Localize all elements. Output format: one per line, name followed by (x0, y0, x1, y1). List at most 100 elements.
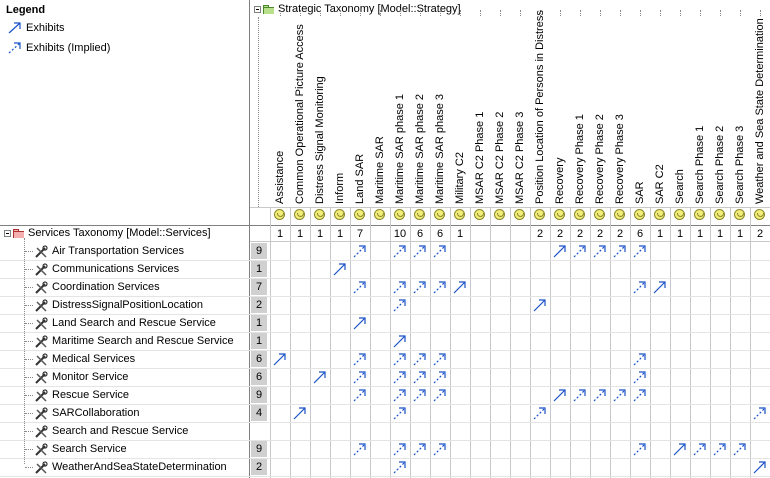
column-label[interactable]: Maritime SAR (374, 136, 386, 204)
column-gridline (430, 207, 431, 478)
exhibits-implied-arrow-icon[interactable] (393, 299, 407, 312)
collapse-toggle-icon[interactable] (4, 229, 11, 237)
row-label[interactable]: Maritime Search and Rescue Service (52, 333, 234, 349)
exhibits-arrow-icon[interactable] (313, 371, 327, 384)
exhibits-implied-arrow-icon[interactable] (433, 353, 447, 366)
columns-header[interactable]: Strategic Taxonomy [Model::Strategy] (254, 3, 461, 15)
exhibits-implied-arrow-icon[interactable] (613, 245, 627, 258)
column-label[interactable]: Recovery Phase 3 (614, 114, 626, 204)
row-label[interactable]: Rescue Service (52, 387, 129, 403)
exhibits-implied-arrow-icon[interactable] (633, 389, 647, 402)
exhibits-implied-arrow-icon[interactable] (753, 407, 767, 420)
row-label[interactable]: Medical Services (52, 351, 135, 367)
exhibits-implied-arrow-icon[interactable] (393, 281, 407, 294)
exhibits-implied-arrow-icon[interactable] (433, 245, 447, 258)
row-label[interactable]: Search and Rescue Service (52, 423, 188, 439)
collapse-toggle-icon[interactable] (254, 5, 261, 13)
exhibits-implied-arrow-icon[interactable] (573, 245, 587, 258)
exhibits-implied-arrow-icon[interactable] (433, 371, 447, 384)
row-label[interactable]: Communications Services (52, 261, 179, 277)
exhibits-arrow-icon[interactable] (333, 263, 347, 276)
exhibits-arrow-icon[interactable] (553, 245, 567, 258)
exhibits-implied-arrow-icon[interactable] (393, 389, 407, 402)
exhibits-implied-arrow-icon[interactable] (353, 281, 367, 294)
exhibits-implied-arrow-icon[interactable] (413, 281, 427, 294)
exhibits-arrow-icon[interactable] (753, 461, 767, 474)
exhibits-implied-arrow-icon[interactable] (573, 389, 587, 402)
exhibits-implied-arrow-icon[interactable] (353, 389, 367, 402)
column-label[interactable]: Maritime SAR phase 1 (394, 94, 406, 204)
exhibits-implied-arrow-icon[interactable] (413, 389, 427, 402)
column-label[interactable]: Inform (334, 173, 346, 204)
column-label[interactable]: Position Location of Persons in Distress (534, 10, 546, 204)
column-label[interactable]: Common Operational Picture Access (294, 24, 306, 204)
exhibits-implied-arrow-icon[interactable] (533, 407, 547, 420)
column-label[interactable]: Land SAR (354, 154, 366, 204)
exhibits-implied-arrow-icon[interactable] (713, 443, 727, 456)
exhibits-implied-arrow-icon[interactable] (693, 443, 707, 456)
exhibits-implied-arrow-icon[interactable] (593, 389, 607, 402)
exhibits-implied-arrow-icon[interactable] (733, 443, 747, 456)
rows-header[interactable]: Services Taxonomy [Model::Services] (4, 227, 211, 239)
row-label[interactable]: SARCollaboration (52, 405, 139, 421)
column-label[interactable]: MSAR C2 Phase 2 (494, 112, 506, 204)
exhibits-implied-arrow-icon[interactable] (413, 443, 427, 456)
column-label[interactable]: Search Phase 3 (734, 126, 746, 204)
exhibits-implied-arrow-icon[interactable] (393, 353, 407, 366)
exhibits-implied-arrow-icon[interactable] (353, 371, 367, 384)
exhibits-implied-arrow-icon[interactable] (353, 245, 367, 258)
exhibits-implied-arrow-icon[interactable] (393, 461, 407, 474)
column-label[interactable]: Military C2 (454, 152, 466, 204)
exhibits-implied-arrow-icon[interactable] (413, 245, 427, 258)
column-label[interactable]: MSAR C2 Phase 3 (514, 112, 526, 204)
row-label[interactable]: WeatherAndSeaStateDetermination (52, 459, 227, 475)
exhibits-arrow-icon[interactable] (453, 281, 467, 294)
exhibits-arrow-icon[interactable] (553, 389, 567, 402)
column-label[interactable]: Maritime SAR phase 3 (434, 94, 446, 204)
exhibits-arrow-icon[interactable] (533, 299, 547, 312)
column-label[interactable]: Recovery Phase 2 (594, 114, 606, 204)
exhibits-implied-arrow-icon[interactable] (633, 443, 647, 456)
column-label[interactable]: Distress Signal Monitoring (314, 76, 326, 204)
column-label[interactable]: Assistance (274, 151, 286, 204)
row-label[interactable]: Search Service (52, 441, 127, 457)
exhibits-arrow-icon[interactable] (293, 407, 307, 420)
column-label[interactable]: Weather and Sea State Determination (754, 18, 766, 204)
column-label[interactable]: MSAR C2 Phase 1 (474, 112, 486, 204)
exhibits-implied-arrow-icon[interactable] (353, 353, 367, 366)
row-label[interactable]: Land Search and Rescue Service (52, 315, 216, 331)
exhibits-implied-arrow-icon[interactable] (633, 281, 647, 294)
row-label[interactable]: Monitor Service (52, 369, 128, 385)
exhibits-implied-arrow-icon[interactable] (633, 371, 647, 384)
exhibits-implied-arrow-icon[interactable] (433, 443, 447, 456)
exhibits-implied-arrow-icon[interactable] (393, 245, 407, 258)
exhibits-arrow-icon[interactable] (393, 335, 407, 348)
row-label[interactable]: Air Transportation Services (52, 243, 184, 259)
exhibits-arrow-icon[interactable] (273, 353, 287, 366)
exhibits-implied-arrow-icon[interactable] (393, 443, 407, 456)
exhibits-implied-arrow-icon[interactable] (393, 407, 407, 420)
exhibits-implied-arrow-icon[interactable] (413, 371, 427, 384)
column-label[interactable]: Search Phase 2 (714, 126, 726, 204)
column-label[interactable]: SAR (634, 181, 646, 204)
row-label[interactable]: Coordination Services (52, 279, 160, 295)
exhibits-implied-arrow-icon[interactable] (613, 389, 627, 402)
exhibits-implied-arrow-icon[interactable] (633, 245, 647, 258)
column-label[interactable]: Recovery (554, 158, 566, 204)
column-label[interactable]: Search Phase 1 (694, 126, 706, 204)
exhibits-arrow-icon[interactable] (353, 317, 367, 330)
column-label[interactable]: SAR C2 (654, 164, 666, 204)
exhibits-implied-arrow-icon[interactable] (393, 371, 407, 384)
exhibits-implied-arrow-icon[interactable] (433, 281, 447, 294)
column-label[interactable]: Recovery Phase 1 (574, 114, 586, 204)
exhibits-arrow-icon[interactable] (673, 443, 687, 456)
exhibits-implied-arrow-icon[interactable] (593, 245, 607, 258)
exhibits-arrow-icon[interactable] (653, 281, 667, 294)
row-label[interactable]: DistressSignalPositionLocation (52, 297, 203, 313)
exhibits-implied-arrow-icon[interactable] (633, 353, 647, 366)
exhibits-implied-arrow-icon[interactable] (433, 389, 447, 402)
exhibits-implied-arrow-icon[interactable] (413, 353, 427, 366)
exhibits-implied-arrow-icon[interactable] (353, 443, 367, 456)
column-label[interactable]: Search (674, 169, 686, 204)
column-label[interactable]: Maritime SAR phase 2 (414, 94, 426, 204)
